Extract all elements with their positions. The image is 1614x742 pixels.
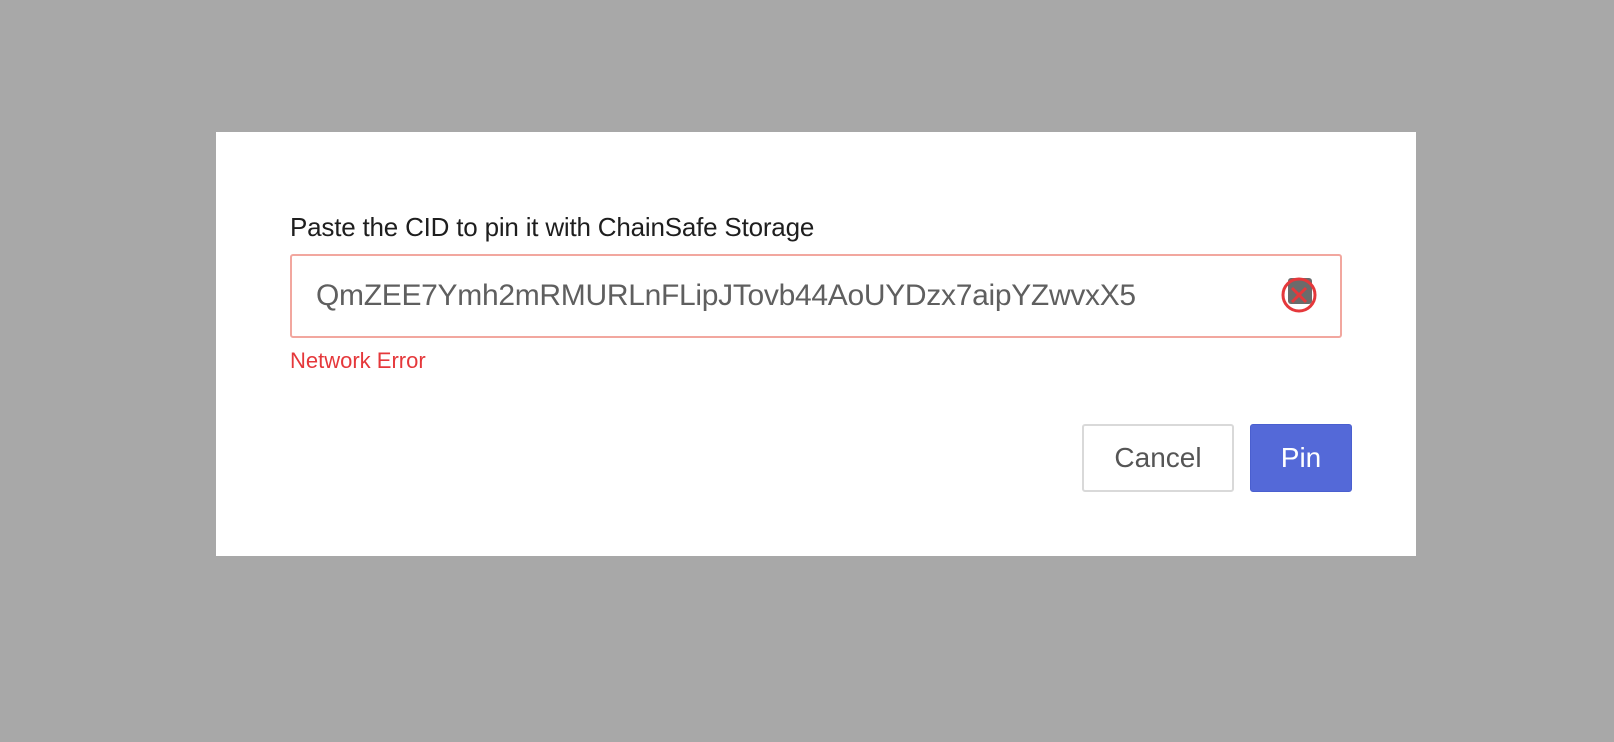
cid-input-wrapper xyxy=(290,254,1342,338)
pin-cid-modal: Paste the CID to pin it with ChainSafe S… xyxy=(216,132,1416,556)
error-circle-x-icon xyxy=(1280,276,1318,314)
pin-button[interactable]: Pin xyxy=(1250,424,1352,492)
cancel-button[interactable]: Cancel xyxy=(1082,424,1234,492)
cid-input-label: Paste the CID to pin it with ChainSafe S… xyxy=(290,212,815,242)
cid-input[interactable] xyxy=(292,256,1272,336)
error-message: Network Error xyxy=(290,348,426,373)
